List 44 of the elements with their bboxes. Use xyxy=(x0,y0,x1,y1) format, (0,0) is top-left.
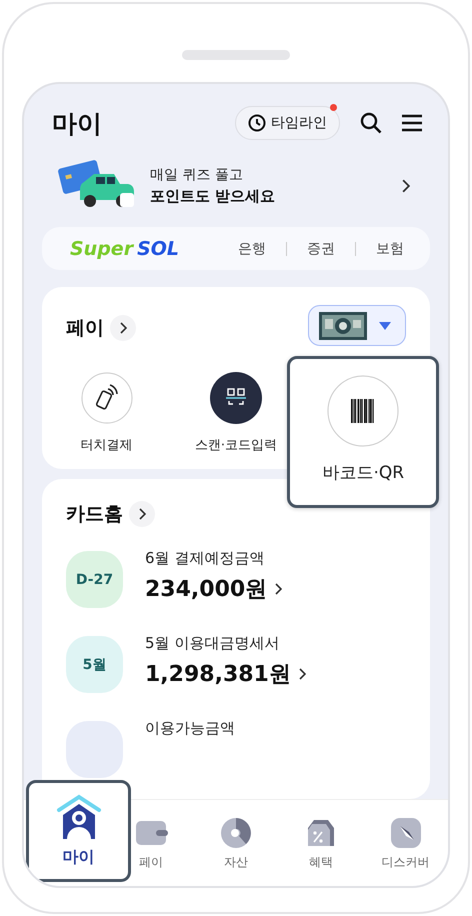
chevron-icon xyxy=(298,668,306,680)
date-badge: 5월 xyxy=(66,636,123,693)
clock-icon xyxy=(248,114,266,132)
card-selector[interactable] xyxy=(308,305,406,346)
pay-action-button[interactable]: 스캔·코드입력 xyxy=(194,372,278,462)
item-label: 6월 결제예정금액 xyxy=(145,549,266,568)
banner-headline: 포인트도 받으세요 xyxy=(150,187,276,206)
pay-action-button[interactable]: 바코드·QR xyxy=(287,356,440,508)
service-link[interactable]: 보험 xyxy=(376,240,404,258)
section-title[interactable]: 페이 xyxy=(66,314,104,341)
nav-tab[interactable]: 디스커버 xyxy=(382,800,430,886)
dropdown-arrow-icon xyxy=(379,322,391,330)
item-label: 5월 이용대금명세서 xyxy=(145,634,280,653)
pie-chart-icon xyxy=(218,816,253,850)
chevron-icon xyxy=(138,508,146,520)
date-badge: D-27 xyxy=(66,551,123,608)
amount-text: 1,298,381원 xyxy=(145,661,291,689)
promo-banner[interactable]: 매일 퀴즈 풀고 포인트도 받으세요 xyxy=(42,160,430,212)
section-title[interactable]: 카드홈 xyxy=(66,501,123,527)
chevron-icon xyxy=(275,583,282,595)
item-label: 이용가능금액 xyxy=(145,719,235,738)
chevron-button[interactable] xyxy=(129,501,155,527)
qr-scan-icon xyxy=(210,372,262,424)
nav-tab[interactable]: 마이 xyxy=(26,780,131,882)
compass-icon xyxy=(388,816,423,850)
nav-tab[interactable]: 혜택 xyxy=(304,800,338,886)
touch-payment-icon xyxy=(80,372,133,424)
nav-tab[interactable]: 자산 xyxy=(218,800,253,886)
service-link[interactable]: 은행 xyxy=(238,240,266,258)
search-icon[interactable] xyxy=(360,112,382,134)
menu-icon[interactable] xyxy=(402,114,422,132)
barcode-icon xyxy=(327,375,400,448)
amount-text: 234,000원 xyxy=(145,576,268,604)
chevron-icon xyxy=(120,322,126,334)
nav-tab[interactable]: 페이 xyxy=(134,800,168,886)
logo-text: SOL xyxy=(137,238,180,260)
service-link[interactable]: 증권 xyxy=(307,240,335,258)
logo-text: Super xyxy=(70,238,134,260)
banner-text: 매일 퀴즈 풀고 xyxy=(150,166,244,184)
chevron-icon xyxy=(402,179,410,193)
pay-action-button[interactable]: 터치결제 xyxy=(80,372,133,462)
timeline-button[interactable]: 타임라인 xyxy=(235,106,340,140)
chevron-button[interactable] xyxy=(110,314,136,341)
page-title: 마이 xyxy=(52,108,103,140)
